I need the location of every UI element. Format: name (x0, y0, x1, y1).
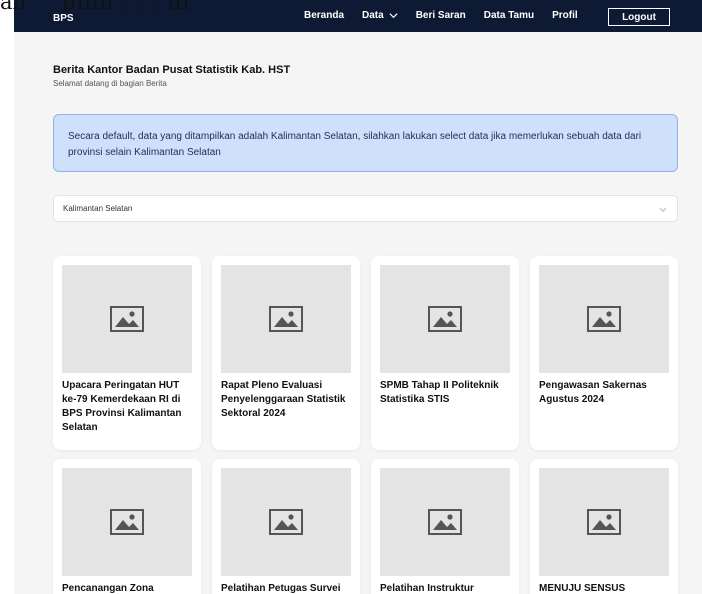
news-card-title: Pelatihan Petugas Survei (221, 583, 341, 594)
nav-link-label: Data (362, 10, 384, 21)
news-card[interactable]: Rapat Pleno Evaluasi Penyelenggaraan Sta… (212, 256, 360, 450)
news-card-title: Rapat Pleno Evaluasi Penyelenggaraan Sta… (221, 380, 346, 419)
image-placeholder-icon (221, 468, 351, 576)
nav-link-data-tamu[interactable]: Data Tamu (484, 10, 534, 21)
news-card[interactable]: Upacara Peringatan HUT ke-79 Kemerdekaan… (53, 256, 201, 450)
nav-link-label: Beri Saran (415, 10, 466, 21)
news-card-title: Pelatihan Instruktur (380, 583, 474, 594)
nav-link-data-dropdown[interactable]: Data (362, 10, 398, 21)
news-card[interactable]: Pelatihan Instruktur (371, 459, 519, 594)
info-alert: Secara default, data yang ditampilkan ad… (53, 114, 678, 172)
nav-links: Beranda Data Beri Saran Data Tamu Profil (304, 10, 596, 21)
nav-link-profil[interactable]: Profil (552, 10, 578, 21)
brand-logo[interactable]: BPS (53, 13, 74, 24)
news-card-title: Pencanangan Zona (62, 583, 154, 594)
news-card[interactable]: Pengawasan Sakernas Agustus 2024 (530, 256, 678, 450)
chevron-down-icon (659, 206, 667, 213)
news-card-title: Upacara Peringatan HUT ke-79 Kemerdekaan… (62, 380, 182, 433)
chevron-down-icon (389, 11, 398, 20)
page-title: Berita Kantor Badan Pusat Statistik Kab.… (53, 64, 291, 76)
news-card[interactable]: MENUJU SENSUS (530, 459, 678, 594)
image-placeholder-icon (539, 468, 669, 576)
news-card-title: Pengawasan Sakernas Agustus 2024 (539, 380, 647, 405)
image-placeholder-icon (62, 468, 192, 576)
page-subtitle: Selamat datang di bagian Berita (53, 79, 167, 88)
news-card[interactable]: Pelatihan Petugas Survei (212, 459, 360, 594)
image-placeholder-icon (380, 468, 510, 576)
image-placeholder-icon (539, 265, 669, 373)
news-card-title: SPMB Tahap II Politeknik Statistika STIS (380, 380, 499, 405)
overlay-text-fragment: an (0, 0, 27, 12)
nav-link-beri-saran[interactable]: Beri Saran (416, 10, 466, 21)
nav-link-label: Beranda (304, 10, 345, 21)
province-select[interactable]: Kalimantan Selatan (53, 195, 678, 222)
news-card-title: MENUJU SENSUS (539, 583, 626, 594)
main-content: Berita Kantor Badan Pusat Statistik Kab.… (14, 32, 702, 594)
nav-link-label: Profil (552, 10, 578, 21)
nav-link-beranda[interactable]: Beranda (304, 10, 344, 21)
news-card[interactable]: Pencanangan Zona (53, 459, 201, 594)
province-select-value: Kalimantan Selatan (63, 204, 133, 213)
overlay-text-fragment-2: pilih . . . di (62, 0, 191, 12)
image-placeholder-icon (62, 265, 192, 373)
image-placeholder-icon (221, 265, 351, 373)
image-placeholder-icon (380, 265, 510, 373)
news-card[interactable]: SPMB Tahap II Politeknik Statistika STIS (371, 256, 519, 450)
logout-button[interactable]: Logout (608, 8, 670, 26)
nav-link-label: Data Tamu (483, 10, 535, 21)
